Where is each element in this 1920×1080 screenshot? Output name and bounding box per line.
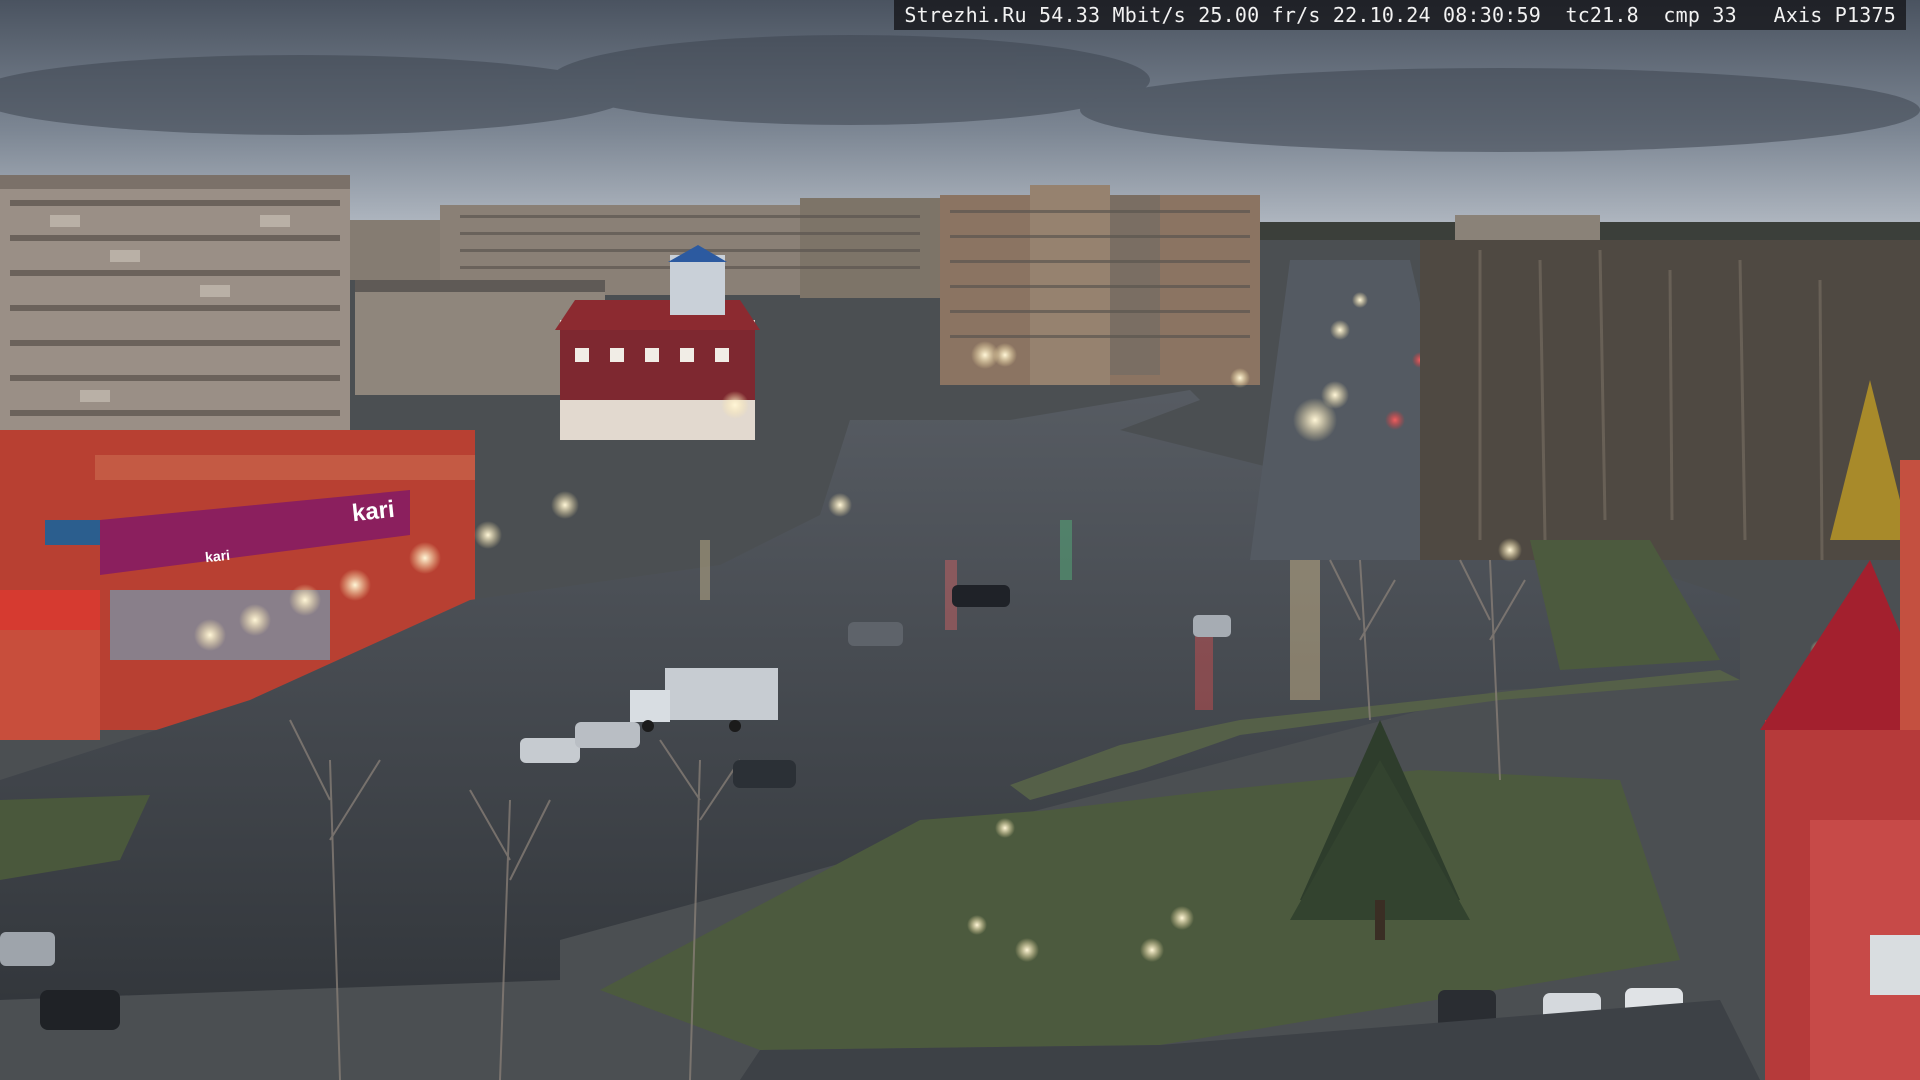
red-roof <box>555 300 760 330</box>
overlay-framerate: 25.00 fr/s <box>1198 3 1321 27</box>
webcam-scene <box>0 0 1920 1080</box>
overlay-site: Strezhi.Ru <box>904 3 1027 27</box>
overlay-datetime: 22.10.24 08:30:59 <box>1332 3 1541 27</box>
overlay-bitrate: 54.33 Mbit/s <box>1039 3 1186 27</box>
kari-sign: kari <box>350 495 396 528</box>
mid-building-roof <box>355 280 605 292</box>
overlay-camera: Axis P1375 <box>1773 3 1896 27</box>
camera-overlay: Strezhi.Ru 54.33 Mbit/s 25.00 fr/s 22.10… <box>894 0 1906 30</box>
kari-sign-small: kari <box>204 546 231 566</box>
overlay-tc: tc21.8 <box>1565 3 1639 27</box>
blue-tower <box>670 255 725 315</box>
overlay-cmp: cmp 33 <box>1663 3 1737 27</box>
